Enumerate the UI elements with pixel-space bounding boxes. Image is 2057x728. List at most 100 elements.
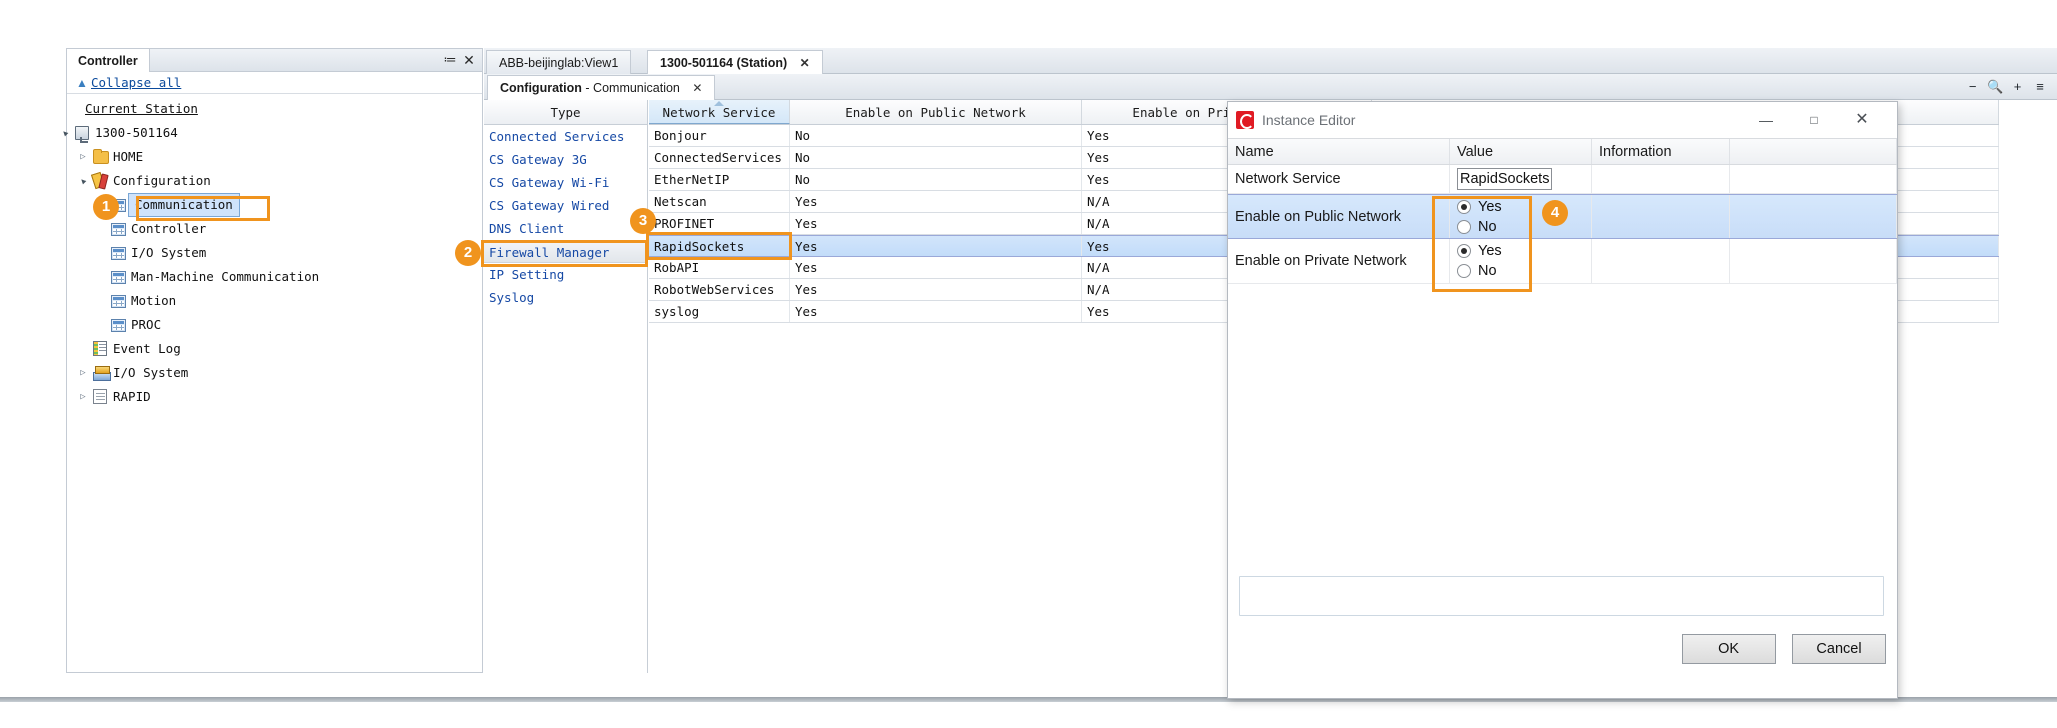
type-item-dns-client[interactable]: DNS Client (484, 217, 647, 240)
type-item-ip-setting[interactable]: IP Setting (484, 263, 647, 286)
ok-button[interactable]: OK (1682, 634, 1776, 664)
radio-unchecked-icon[interactable] (1457, 264, 1471, 278)
minus-icon[interactable]: − (1964, 78, 1982, 96)
radio-group: Yes No (1457, 195, 1591, 237)
dialog-row-value[interactable]: YesNo (1450, 239, 1592, 283)
type-item-firewall-manager[interactable]: Firewall Manager (484, 240, 647, 263)
tree-item-configuration[interactable]: ▶Configuration (67, 169, 481, 193)
expander-closed-icon[interactable]: ▷ (77, 361, 89, 385)
type-item-cs-gateway-3g[interactable]: CS Gateway 3G (484, 148, 647, 171)
tree-item-label: 1300-501164 (95, 121, 178, 145)
expander-closed-icon[interactable]: ▷ (77, 145, 89, 169)
radio-checked-icon[interactable] (1457, 200, 1471, 214)
dialog-row-blank (1730, 165, 1897, 193)
collapse-all-link[interactable]: Collapse all (91, 75, 181, 90)
dialog-row-information (1592, 195, 1730, 238)
tab-1300-501164-station[interactable]: 1300-501164 (Station) ✕ (647, 50, 823, 74)
tab-configuration-communication[interactable]: Configuration - Communication ✕ (487, 75, 715, 100)
tree-item-label: Current Station (85, 97, 198, 121)
tree-item-home[interactable]: ▷HOME (67, 145, 481, 169)
dialog-row-value[interactable]: Yes No (1450, 195, 1592, 238)
grid-cell: Netscan (649, 191, 790, 212)
plus-icon[interactable]: + (2009, 78, 2027, 96)
expander-closed-icon[interactable]: ▷ (77, 385, 89, 409)
grid-cell: No (790, 125, 1082, 146)
cancel-button[interactable]: Cancel (1792, 634, 1886, 664)
tree-item-controller[interactable]: Controller (67, 217, 481, 241)
type-item-cs-gateway-wired[interactable]: CS Gateway Wired (484, 194, 647, 217)
grid-cell: RobotWebServices (649, 279, 790, 300)
tree-item-current-station[interactable]: Current Station (67, 97, 481, 121)
maximize-icon[interactable]: □ (1793, 105, 1835, 135)
dialog-grid-header-row: Name Value Information (1228, 138, 1897, 165)
radio-option-no[interactable]: No (1457, 261, 1591, 281)
close-icon[interactable]: ✕ (461, 52, 477, 68)
tree-item-event-log[interactable]: Event Log (67, 337, 481, 361)
chevron-up-icon: ▲ (76, 77, 88, 89)
tree-item-label: Communication (128, 193, 240, 217)
dialog-row-network-service[interactable]: Network Service RapidSockets (1228, 165, 1897, 194)
sub-tabstrip: Configuration - Communication ✕ − 🔍 + ≡ (484, 74, 2057, 100)
controller-panel-tabstrip: Controller ≔ ✕ (66, 48, 483, 72)
callout-badge-2: 2 (455, 240, 481, 266)
tree-item-i-o-system[interactable]: ▷I/O System (67, 361, 481, 385)
io-icon (93, 361, 111, 385)
close-icon[interactable]: ✕ (1841, 105, 1883, 135)
callout-badge-4: 4 (1542, 200, 1568, 226)
close-icon[interactable]: ✕ (800, 56, 810, 70)
dialog-col-blank (1730, 139, 1897, 164)
tree-item-i-o-system[interactable]: I/O System (67, 241, 481, 265)
tab-controller[interactable]: Controller (67, 49, 150, 72)
minimize-icon[interactable]: — (1745, 105, 1787, 135)
dialog-title-label: Instance Editor (1262, 110, 1355, 130)
dialog-row-information (1592, 165, 1730, 193)
radio-option-no[interactable]: No (1457, 217, 1591, 237)
type-list: Connected ServicesCS Gateway 3GCS Gatewa… (484, 125, 647, 309)
radio-option-label: Yes (1478, 199, 1502, 215)
radio-checked-icon[interactable] (1457, 244, 1471, 258)
sub-tab-rest-label: - Communication (582, 81, 680, 95)
pin-autohide-icon[interactable]: ≔ (442, 52, 458, 68)
controller-icon (75, 121, 93, 145)
expander-open-icon[interactable]: ▶ (52, 120, 77, 145)
dialog-row-name: Network Service (1228, 165, 1450, 193)
grid-icon (111, 265, 129, 289)
dialog-row-blank (1730, 239, 1897, 283)
type-item-cs-gateway-wi-fi[interactable]: CS Gateway Wi-Fi (484, 171, 647, 194)
radio-option-yes[interactable]: Yes (1457, 197, 1591, 217)
dropdown-icon[interactable]: ≡ (2031, 78, 2049, 96)
tree-item-motion[interactable]: Motion (67, 289, 481, 313)
tab-abb-beijinglab-view1[interactable]: ABB-beijinglab:View1 (486, 50, 631, 74)
collapse-all-row: ▲ Collapse all (67, 73, 482, 94)
tab-controller-label: Controller (78, 54, 138, 68)
dialog-titlebar[interactable]: Instance Editor — □ ✕ (1228, 102, 1897, 138)
close-icon[interactable]: ✕ (692, 81, 702, 95)
abb-robotstudio-icon (1236, 111, 1254, 129)
dialog-row-enable-on-private-network[interactable]: Enable on Private NetworkYesNo (1228, 239, 1897, 284)
grid-column-header-enable-on-public-network[interactable]: Enable on Public Network (790, 100, 1082, 124)
tree-item-rapid[interactable]: ▷RAPID (67, 385, 481, 409)
network-service-value-field[interactable]: RapidSockets (1457, 168, 1552, 190)
tree-item-proc[interactable]: PROC (67, 313, 481, 337)
type-item-connected-services[interactable]: Connected Services (484, 125, 647, 148)
dialog-row-value[interactable]: RapidSockets (1450, 165, 1592, 193)
dialog-row-information (1592, 239, 1730, 283)
grid-icon (111, 217, 129, 241)
app-window: Controller ≔ ✕ ▲ Collapse all Current St… (0, 0, 2057, 728)
tree-item-man-machine-communication[interactable]: Man-Machine Communication (67, 265, 481, 289)
type-item-syslog[interactable]: Syslog (484, 286, 647, 309)
radio-option-yes[interactable]: Yes (1457, 241, 1591, 261)
radio-unchecked-icon[interactable] (1457, 220, 1471, 234)
tree-item-label: Configuration (113, 169, 211, 193)
tree-item-1300-501164[interactable]: ▶1300-501164 (67, 121, 481, 145)
tree-item-communication[interactable]: Communication (67, 193, 481, 217)
search-icon[interactable]: 🔍 (1986, 78, 2004, 96)
dialog-row-name: Enable on Public Network (1228, 195, 1450, 238)
grid-column-header-label: Network Service (663, 105, 776, 120)
grid-cell: Yes (790, 301, 1082, 322)
grid-cell: RobAPI (649, 257, 790, 278)
config-icon (93, 169, 111, 193)
tree-item-label: Event Log (113, 337, 181, 361)
grid-column-header-network-service[interactable]: Network Service (649, 100, 790, 124)
tree-item-label: Motion (131, 289, 176, 313)
